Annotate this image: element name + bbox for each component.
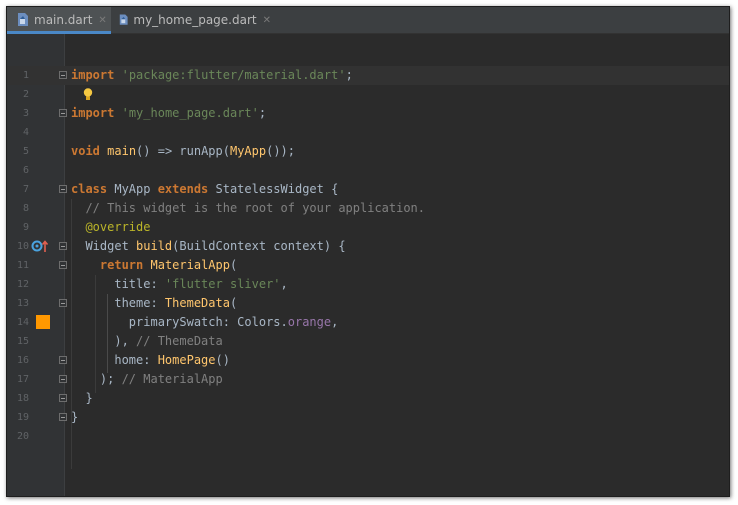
fold-toggle-icon[interactable] [59,356,67,364]
code-text: Widget build(BuildContext context) { [71,239,346,253]
line-number: 13 [16,298,29,309]
line-number: 18 [16,393,29,404]
ide-window: main.dart ✕ my_home_page.dart ✕ 1 import … [6,6,730,497]
code-line[interactable]: 7 class MyApp extends StatelessWidget { [7,180,729,199]
line-number: 16 [16,355,29,366]
close-icon[interactable]: ✕ [263,15,271,26]
tab-my-home-page-dart[interactable]: my_home_page.dart ✕ [111,7,271,33]
fold-toggle-icon[interactable] [59,413,67,421]
override-method-icon[interactable] [30,239,50,253]
code-line[interactable]: 15 ), // ThemeData [7,332,729,351]
line-number: 9 [22,222,29,233]
close-icon[interactable]: ✕ [98,15,106,26]
code-text: @override [85,220,151,234]
fold-toggle-icon[interactable] [59,394,67,402]
line-number: 15 [16,336,29,347]
fold-toggle-icon[interactable] [59,299,67,307]
line-number: 17 [16,374,29,385]
code-line[interactable]: 17 ); // MaterialApp [7,370,729,389]
fold-toggle-icon[interactable] [59,242,67,250]
line-number: 2 [22,89,29,100]
code-line[interactable]: 16 home: HomePage() [7,351,729,370]
code-lines: 1 import 'package:flutter/material.dart';… [7,66,729,446]
code-line[interactable]: 1 import 'package:flutter/material.dart'; [7,66,729,85]
code-text: ); // MaterialApp [71,372,223,386]
fold-toggle-icon[interactable] [59,109,67,117]
lightbulb-icon[interactable] [83,88,93,101]
fold-toggle-icon[interactable] [59,71,67,79]
code-line[interactable]: 11 return MaterialApp( [7,256,729,275]
code-text: // This widget is the root of your appli… [85,201,426,215]
dart-file-icon [119,14,128,25]
code-line[interactable]: 10 Widget build(BuildContext context) { [7,237,729,256]
code-line[interactable]: 6 [7,161,729,180]
code-text: primarySwatch: Colors.orange, [71,315,339,329]
code-line[interactable]: 12 title: 'flutter sliver', [7,275,729,294]
code-text: import 'my_home_page.dart'; [71,106,267,120]
dart-file-icon [18,13,28,26]
code-text: void main() => runApp(MyApp()); [71,144,295,158]
line-number: 14 [16,317,29,328]
code-text: return MaterialApp( [99,258,238,272]
code-line[interactable]: 20 [7,427,729,446]
code-line[interactable]: 2 [7,85,729,104]
code-line[interactable]: 9 @override [7,218,729,237]
code-text: } [71,410,79,424]
code-text: import 'package:flutter/material.dart'; [71,68,353,82]
code-line[interactable]: 13 theme: ThemeData( [7,294,729,313]
code-text: } [71,391,93,405]
code-text: home: HomePage() [71,353,230,367]
code-line[interactable]: 3 import 'my_home_page.dart'; [7,104,729,123]
line-number: 7 [22,184,29,195]
editor-tab-bar: main.dart ✕ my_home_page.dart ✕ [7,7,729,34]
line-number: 4 [22,127,29,138]
fold-toggle-icon[interactable] [59,185,67,193]
line-number: 10 [16,241,29,252]
line-number: 11 [16,260,29,271]
code-text: ), // ThemeData [71,334,223,348]
code-line[interactable]: 19} [7,408,729,427]
color-swatch-icon[interactable] [36,315,50,329]
line-number: 12 [16,279,29,290]
code-text: class MyApp extends StatelessWidget { [71,182,339,196]
code-editor[interactable]: 1 import 'package:flutter/material.dart';… [7,34,729,496]
line-number: 8 [22,203,29,214]
code-text: title: 'flutter sliver', [71,277,288,291]
code-line[interactable]: 8 // This widget is the root of your app… [7,199,729,218]
code-line[interactable]: 18 } [7,389,729,408]
line-number: 1 [22,70,29,81]
line-number: 20 [16,431,29,442]
tab-main-dart[interactable]: main.dart ✕ [7,7,111,34]
code-line[interactable]: 4 [7,123,729,142]
line-number: 5 [22,146,29,157]
fold-toggle-icon[interactable] [59,261,67,269]
tab-label: my_home_page.dart [133,13,257,27]
code-line[interactable]: 5 void main() => runApp(MyApp()); [7,142,729,161]
code-line[interactable]: 14 primarySwatch: Colors.orange, [7,313,729,332]
fold-toggle-icon[interactable] [59,375,67,383]
code-text: theme: ThemeData( [71,296,238,310]
line-number: 3 [22,108,29,119]
line-number: 19 [16,412,29,423]
tab-label: main.dart [34,13,93,27]
line-number: 6 [22,165,29,176]
